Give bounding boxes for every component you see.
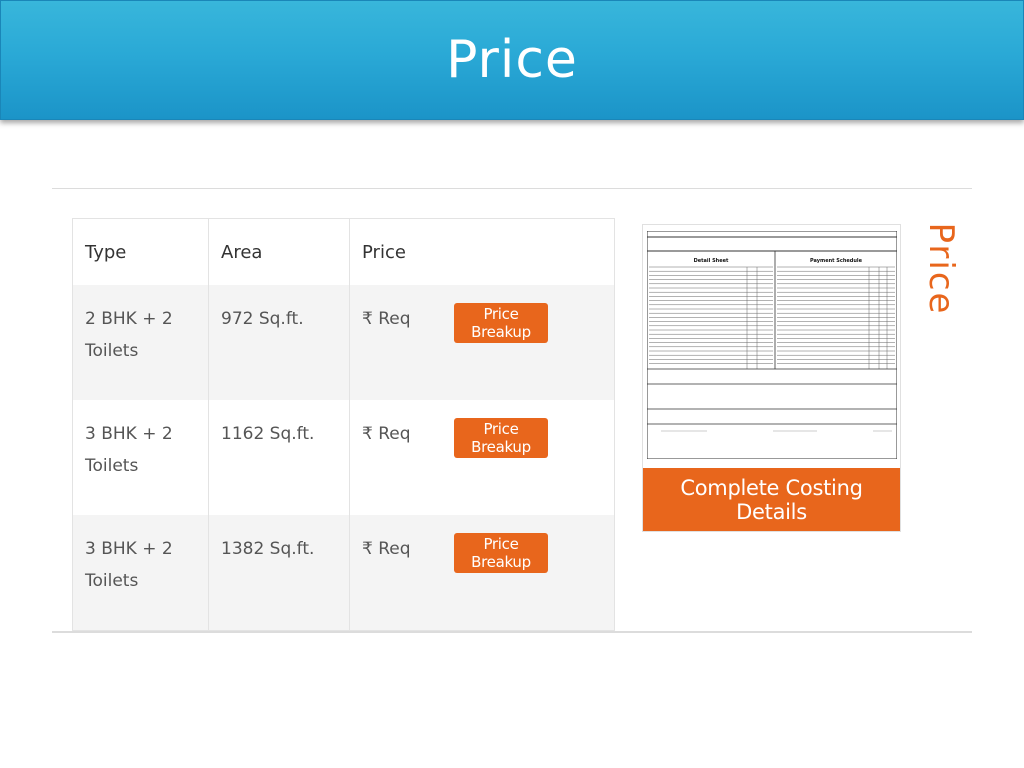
sheet-left-title: Detail Sheet xyxy=(694,258,729,264)
vertical-price-label: Price xyxy=(918,202,964,342)
title-banner: Price xyxy=(0,0,1024,120)
complete-costing-button[interactable]: Complete Costing Details xyxy=(643,468,900,531)
price-value: ₹ Req xyxy=(362,309,411,329)
type-line1: 3 BHK + 2 xyxy=(85,424,173,444)
top-divider xyxy=(52,188,972,189)
type-cell: 3 BHK + 2 Toilets xyxy=(72,515,209,631)
table-row: 3 BHK + 2 Toilets 1382 Sq.ft. ₹ Req Pric… xyxy=(72,515,615,631)
price-value: ₹ Req xyxy=(362,539,411,559)
area-cell: 972 Sq.ft. xyxy=(208,285,350,400)
type-line2: Toilets xyxy=(85,341,139,361)
costing-card[interactable]: Detail Sheet Payment Schedule Complete C… xyxy=(642,224,901,532)
vertical-price-text: Price xyxy=(921,222,961,316)
price-breakup-button[interactable]: Price Breakup xyxy=(454,303,548,343)
type-cell: 3 BHK + 2 Toilets xyxy=(72,400,209,515)
price-breakup-button[interactable]: Price Breakup xyxy=(454,533,548,573)
area-cell: 1382 Sq.ft. xyxy=(208,515,350,631)
type-line2: Toilets xyxy=(85,456,139,476)
type-line2: Toilets xyxy=(85,571,139,591)
type-line1: 2 BHK + 2 xyxy=(85,309,173,329)
slide-title: Price xyxy=(446,30,578,90)
table-row: 3 BHK + 2 Toilets 1162 Sq.ft. ₹ Req Pric… xyxy=(72,400,615,515)
header-type: Type xyxy=(72,218,209,285)
price-cell: ₹ Req Price Breakup xyxy=(349,515,615,631)
header-area: Area xyxy=(208,218,350,285)
price-value: ₹ Req xyxy=(362,424,411,444)
price-table: Type Area Price 2 BHK + 2 Toilets 972 Sq… xyxy=(72,218,615,631)
sheet-right-title: Payment Schedule xyxy=(810,258,863,264)
price-breakup-button[interactable]: Price Breakup xyxy=(454,418,548,458)
price-cell: ₹ Req Price Breakup xyxy=(349,285,615,400)
price-cell: ₹ Req Price Breakup xyxy=(349,400,615,515)
type-line1: 3 BHK + 2 xyxy=(85,539,173,559)
table-header-row: Type Area Price xyxy=(72,218,615,285)
bottom-divider xyxy=(52,631,972,633)
type-cell: 2 BHK + 2 Toilets xyxy=(72,285,209,400)
header-price: Price xyxy=(349,218,615,285)
area-cell: 1162 Sq.ft. xyxy=(208,400,350,515)
table-row: 2 BHK + 2 Toilets 972 Sq.ft. ₹ Req Price… xyxy=(72,285,615,400)
costing-sheet-thumbnail: Detail Sheet Payment Schedule xyxy=(647,231,897,459)
